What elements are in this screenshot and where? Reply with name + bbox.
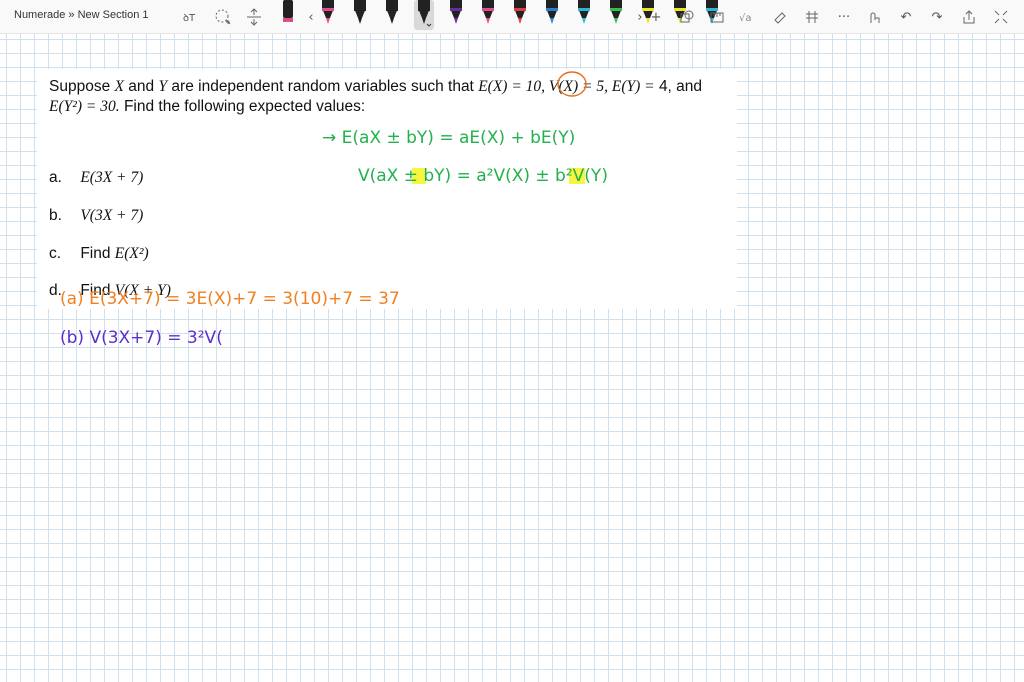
circle-annotation	[557, 71, 587, 97]
orange-solution-a: (a) E(3X+7) = 3E(X)+7 = 3(10)+7 = 37	[60, 289, 400, 309]
green-formula-2: V(aX ± bY) = a²V(X) ± b²V(Y)	[358, 166, 608, 186]
green-formula-1: → E(aX ± bY) = aE(X) + bE(Y)	[322, 128, 575, 148]
ink-layer: → E(aX ± bY) = aE(X) + bE(Y) V(aX ± bY) …	[60, 71, 608, 348]
purple-solution-b: (b) V(3X+7) = 3²V(	[60, 328, 223, 348]
